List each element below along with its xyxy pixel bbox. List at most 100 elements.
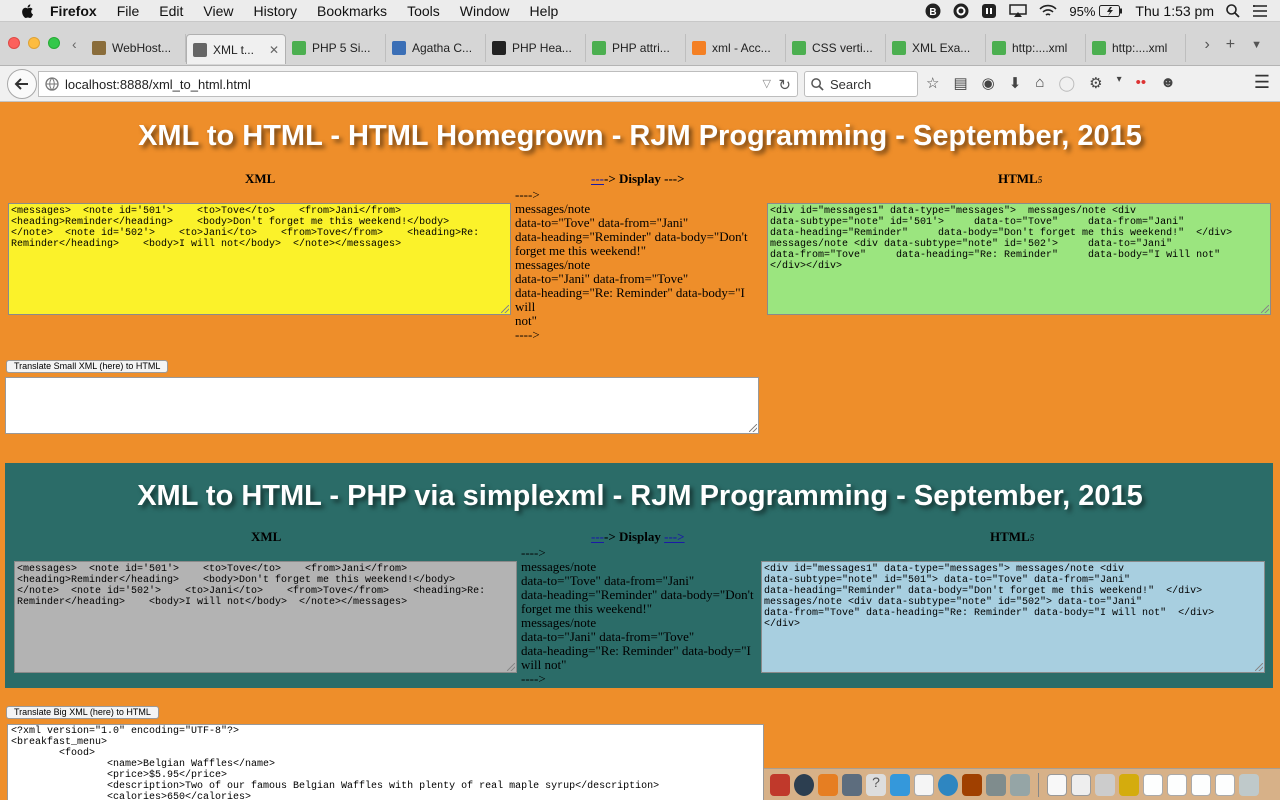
browser-tab[interactable]: WebHost... [86, 34, 186, 62]
notes-dock-icon[interactable] [1119, 773, 1139, 796]
tab-scroll-right-icon[interactable]: › [1204, 36, 1209, 54]
menu-file[interactable]: File [117, 3, 140, 19]
systemprefs-dock-icon[interactable] [1010, 773, 1030, 796]
minimize-window-button[interactable] [28, 37, 40, 49]
section2-html-textarea[interactable]: <div id="messages1" data-type="messages"… [761, 561, 1265, 673]
site-info-icon[interactable] [45, 77, 59, 91]
resize-handle-icon[interactable] [501, 305, 509, 313]
bookmark-star-icon[interactable]: ☆ [926, 74, 939, 92]
reading-list-icon[interactable]: ▤ [953, 74, 967, 92]
b-status-icon[interactable]: B [925, 3, 941, 19]
close-tab-icon[interactable]: ✕ [269, 43, 279, 57]
small-xml-input-textarea[interactable] [5, 377, 759, 434]
browser-tab[interactable]: Agatha C... [386, 34, 486, 62]
reload-icon[interactable]: ↻ [778, 76, 791, 94]
pocket-icon[interactable]: ◉ [982, 74, 995, 92]
menu-bookmarks[interactable]: Bookmarks [317, 3, 387, 19]
menu-help[interactable]: Help [530, 3, 559, 19]
sync-status-icon[interactable] [953, 3, 969, 19]
trash-dock-icon[interactable] [1239, 773, 1259, 796]
section2-display-link-left[interactable]: --- [591, 529, 604, 544]
section1-display-output: ----> messages/note data-to="Tove" data-fr… [515, 188, 767, 342]
translate-big-xml-button[interactable]: Translate Big XML (here) to HTML [6, 706, 159, 719]
addon-dots-icon[interactable]: •• [1136, 74, 1147, 92]
section1-display-link[interactable]: --- [591, 171, 604, 186]
browser-tab[interactable]: XML Exa... [886, 34, 986, 62]
resize-handle-icon[interactable] [749, 424, 757, 432]
tab-scroll-left-icon[interactable]: ‹ [72, 36, 77, 52]
display-line: data-heading="Re: Reminder" data-body="I… [515, 285, 749, 314]
chat-icon[interactable]: ☻ [1160, 74, 1176, 92]
file3-dock-icon[interactable] [1191, 773, 1211, 796]
browser-tab[interactable]: XML t... ✕ [186, 34, 286, 64]
browser-tab[interactable]: http:....xml [1086, 34, 1186, 62]
chrome-dock-icon[interactable] [794, 773, 814, 796]
display-line: data-heading="Reminder" data-body="Don't [521, 587, 754, 602]
section1-xml-textarea[interactable]: <messages> <note id='501'> <to>Tove</to>… [8, 203, 511, 315]
addon-dropdown-icon[interactable]: ▾ [1117, 74, 1122, 92]
preview-dock-icon[interactable] [842, 773, 862, 796]
virtualbox-dock-icon[interactable] [890, 773, 910, 796]
file-dock-icon[interactable] [1143, 773, 1163, 796]
scripteditor-dock-icon[interactable] [962, 773, 982, 796]
file2-dock-icon[interactable] [1167, 773, 1187, 796]
addon-icon[interactable]: ⚙ [1089, 74, 1102, 92]
textedit-dock-icon[interactable] [914, 773, 934, 796]
menu-window[interactable]: Window [460, 3, 510, 19]
folder-dock-icon[interactable] [1071, 773, 1091, 796]
airplay-icon[interactable] [1009, 4, 1028, 18]
menu-history[interactable]: History [253, 3, 297, 19]
back-button[interactable] [7, 69, 37, 99]
hamburger-menu-icon[interactable]: ☰ [1254, 72, 1270, 93]
utility-dock-icon[interactable] [986, 773, 1006, 796]
menu-tools[interactable]: Tools [407, 3, 440, 19]
search-input[interactable]: Search [804, 71, 918, 97]
app-menu-firefox[interactable]: Firefox [50, 3, 97, 19]
file4-dock-icon[interactable] [1215, 773, 1235, 796]
menu-edit[interactable]: Edit [159, 3, 183, 19]
browser-tab[interactable]: xml - Acc... [686, 34, 786, 62]
browser-tab[interactable]: PHP Hea... [486, 34, 586, 62]
browser-tab[interactable]: CSS verti... [786, 34, 886, 62]
zoom-window-button[interactable] [48, 37, 60, 49]
battery-icon[interactable] [1099, 5, 1123, 17]
vlc-dock-icon[interactable] [818, 773, 838, 796]
menu-view[interactable]: View [203, 3, 233, 19]
notification-center-icon[interactable] [1252, 4, 1268, 18]
resize-handle-icon[interactable] [1261, 305, 1269, 313]
w3schools-icon [792, 41, 806, 55]
wifi-icon[interactable] [1039, 4, 1057, 18]
downloads-icon[interactable]: ⬇ [1009, 74, 1022, 92]
translate-small-xml-button[interactable]: Translate Small XML (here) to HTML [6, 360, 169, 373]
url-bar[interactable]: localhost:8888/xml_to_html.html ▽ ↻ [38, 71, 798, 97]
dropbox-status-icon[interactable] [981, 3, 997, 19]
skype-dock-icon[interactable] [938, 773, 958, 796]
big-xml-input-textarea[interactable]: <?xml version="1.0" encoding="UTF-8"?> <… [7, 724, 764, 800]
resize-handle-icon[interactable] [507, 663, 515, 671]
home-icon[interactable]: ⌂ [1035, 74, 1044, 92]
browser-tab[interactable]: PHP 5 Si... [286, 34, 386, 62]
filezilla-dock-icon[interactable] [770, 773, 790, 796]
clock[interactable]: Thu 1:53 pm [1135, 3, 1214, 19]
section2-xml-textarea[interactable]: <messages> <note id='501'> <to>Tove</to>… [14, 561, 517, 673]
help-dock-icon[interactable]: ? [866, 773, 886, 796]
section1-html-textarea[interactable]: <div id="messages1" data-type="messages"… [767, 203, 1271, 315]
url-history-dropdown-icon[interactable]: ▽ [763, 77, 771, 90]
apple-menu-icon[interactable] [20, 3, 36, 19]
chrome-style-icon [392, 41, 406, 55]
browser-tab[interactable]: PHP attri... [586, 34, 686, 62]
resize-handle-icon[interactable] [1255, 663, 1263, 671]
close-window-button[interactable] [8, 37, 20, 49]
display-line: data-to="Jani" data-from="Tove" [521, 629, 695, 644]
new-tab-icon[interactable]: + [1226, 36, 1235, 54]
section2-html-label: HTML [990, 529, 1030, 544]
section1-html-version: 5 [1037, 175, 1043, 185]
browser-tab[interactable]: http:....xml [986, 34, 1086, 62]
tab-label: PHP attri... [612, 41, 670, 55]
spotlight-search-icon[interactable] [1226, 4, 1240, 18]
document-dock-icon[interactable] [1047, 773, 1067, 796]
stack-dock-icon[interactable] [1095, 773, 1115, 796]
extension-icon[interactable]: ◯ [1058, 74, 1075, 92]
section2-display-link-right[interactable]: ---> [664, 529, 684, 544]
list-all-tabs-icon[interactable]: ▼ [1251, 39, 1262, 54]
